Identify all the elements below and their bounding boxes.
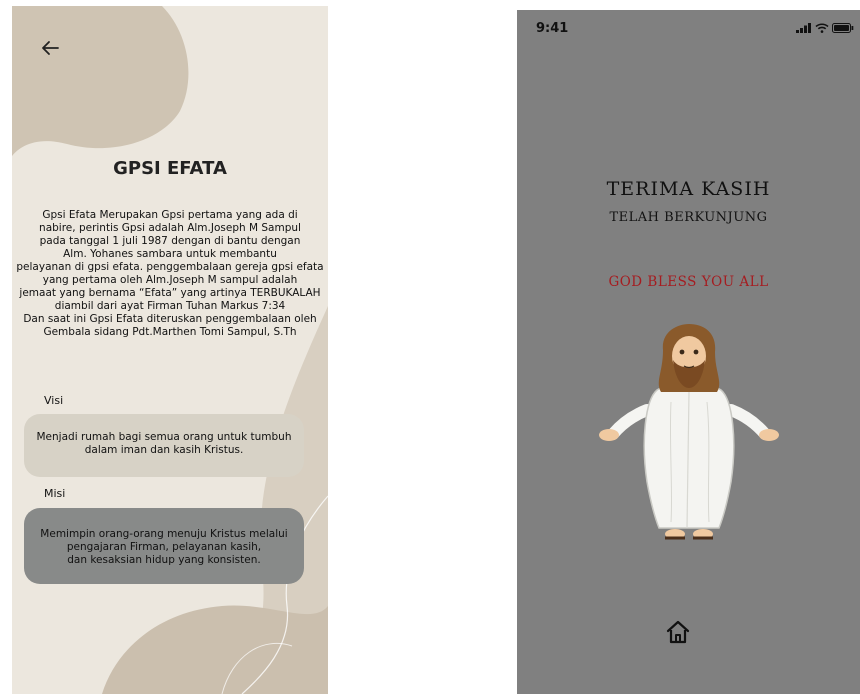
misi-line: pengajaran Firman, pelayanan kasih, (66, 541, 262, 553)
misi-label: Misi (44, 487, 66, 500)
thank-you-subtitle: TELAH BERKUNJUNG (609, 210, 768, 225)
description-line: yang pertama oleh Alm.Joseph M sampul ad… (42, 274, 298, 286)
visi-line: dalam iman dan kasih Kristus. (84, 444, 244, 456)
description-line: Gpsi Efata Merupakan Gpsi pertama yang a… (42, 209, 298, 221)
description-line: diambil dari ayat Firman Tuhan Markus 7:… (54, 300, 286, 312)
description-line: pada tanggal 1 juli 1987 dengan di bantu… (39, 235, 301, 247)
description-text: Gpsi Efata Merupakan Gpsi pertama yang a… (12, 209, 328, 339)
battery-icon (832, 23, 854, 33)
background-decoration (12, 6, 328, 694)
status-time: 9:41 (536, 21, 569, 36)
info-screen: GPSI EFATA Gpsi Efata Merupakan Gpsi per… (12, 6, 328, 694)
signal-icon (796, 23, 811, 33)
blessing-text: GOD BLESS YOU ALL (608, 274, 769, 290)
description-line: pelayanan di gpsi efata. penggembalaan g… (16, 261, 324, 273)
home-icon[interactable] (665, 619, 691, 645)
misi-line: dan kesaksian hidup yang konsisten. (67, 554, 261, 566)
description-line: Alm. Yohanes sambara untuk membantu (63, 248, 277, 260)
status-icons (796, 23, 854, 33)
misi-card: Memimpin orang-orang menuju Kristus mela… (24, 508, 304, 584)
page-title: GPSI EFATA (113, 158, 227, 179)
description-line: jemaat yang bernama “Efata” yang artinya… (19, 287, 321, 299)
description-line: Dan saat ini Gpsi Efata diteruskan pengg… (23, 313, 317, 325)
description-line: Gembala sidang Pdt.Marthen Tomi Sampul, … (43, 326, 297, 338)
visi-card: Menjadi rumah bagi semua orang untuk tum… (24, 414, 304, 477)
wifi-icon (815, 23, 829, 33)
description-line: nabire, perintis Gpsi adalah Alm.Joseph … (39, 222, 301, 234)
thank-you-title: TERIMA KASIH (606, 178, 771, 200)
visi-line: Menjadi rumah bagi semua orang untuk tum… (36, 431, 292, 443)
misi-line: Memimpin orang-orang menuju Kristus mela… (40, 528, 288, 540)
jesus-illustration (599, 324, 779, 540)
arrow-left-icon[interactable] (38, 36, 62, 60)
thank-you-screen: 9:41 TERIMA KASIH TELAH BERKUNJUNG GOD B… (517, 10, 860, 694)
visi-label: Visi (44, 394, 64, 407)
